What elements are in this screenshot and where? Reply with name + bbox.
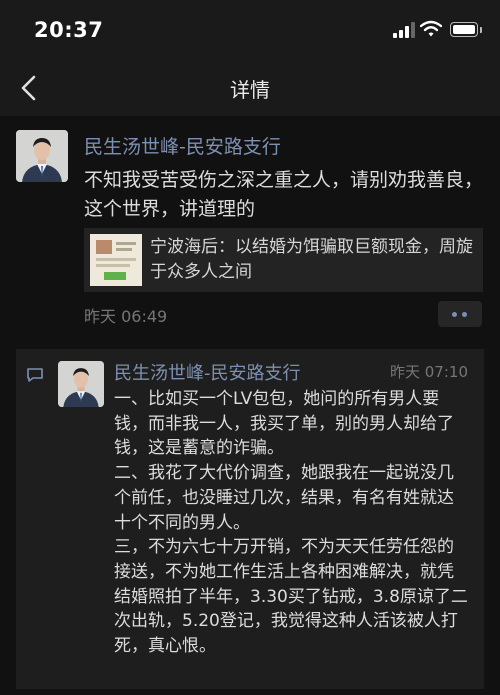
link-title: 宁波海后：以结婚为饵骗取巨额现金，周旋于众多人之间 xyxy=(150,237,473,282)
more-button[interactable] xyxy=(438,301,482,327)
comment-section: 民生汤世峰-民安路支行 昨天 07:10 一、比如买一个LV包包，她问的所有男人… xyxy=(16,349,484,689)
status-time: 20:37 xyxy=(34,18,104,42)
comment-text: 一、比如买一个LV包包，她问的所有男人要钱，而非我一人，我买了单，别的男人却给了… xyxy=(114,389,468,657)
comment-author[interactable]: 民生汤世峰-民安路支行 xyxy=(114,359,301,385)
comment-timestamp: 昨天 07:10 xyxy=(390,363,468,381)
page-title: 详情 xyxy=(230,78,270,102)
post-timestamp: 昨天 06:49 xyxy=(84,307,168,326)
nav-bar: 详情 xyxy=(0,62,500,116)
signal-icon xyxy=(393,22,415,38)
shared-link-card[interactable]: 宁波海后：以结婚为饵骗取巨额现金，周旋于众多人之间 xyxy=(84,228,483,292)
wifi-icon xyxy=(420,20,442,37)
post-text: 不知我受苦受伤之深之重之人，请别劝我善良，这个世界，讲道理的 xyxy=(84,169,484,220)
status-bar: 20:37 xyxy=(0,0,500,62)
avatar[interactable] xyxy=(16,130,68,182)
link-thumbnail xyxy=(90,234,142,286)
battery-icon xyxy=(450,22,478,37)
avatar[interactable] xyxy=(58,361,104,407)
post-author[interactable]: 民生汤世峰-民安路支行 xyxy=(84,132,281,159)
comment-icon xyxy=(27,368,43,382)
more-icon xyxy=(452,312,457,317)
